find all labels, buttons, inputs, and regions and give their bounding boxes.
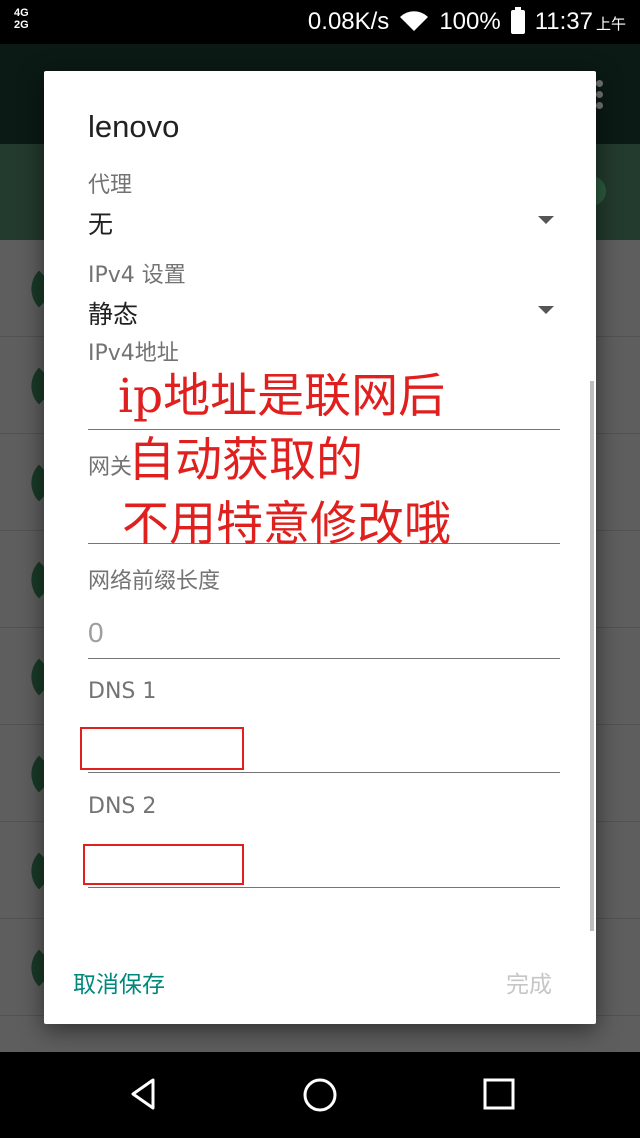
ipv4-settings-select[interactable]: 静态 [88,295,138,331]
wifi-config-dialog: lenovo 代理 无 IPv4 设置 静态 IPv4地址 网关 网络前缀长度 … [44,71,596,1024]
clock: 11:37 上午 [534,8,626,35]
chevron-down-icon[interactable] [538,306,554,314]
dns2-label: DNS 2 [88,794,157,819]
cancel-save-button[interactable]: 取消保存 [73,965,165,999]
status-bar: 4G 2G 0.08K/s 100% 11:37 上午 [0,0,640,44]
done-button[interactable]: 完成 [506,965,552,999]
ipv4-address-label: IPv4地址 [88,341,179,366]
ipv4-address-underline [88,429,560,430]
recents-icon[interactable] [481,1076,517,1116]
network-speed: 0.08K/s [307,8,390,35]
home-icon[interactable] [301,1076,339,1118]
battery-percent: 100% [439,8,501,35]
dns2-underline [88,887,560,888]
prefix-length-input[interactable]: 0 [88,617,104,649]
prefix-length-underline [88,658,560,659]
battery-icon [510,7,525,34]
wifi-icon [399,11,429,33]
dns1-underline [88,772,560,773]
scrollbar[interactable] [590,381,594,931]
dns1-highlight-box [80,727,244,770]
overflow-menu-icon [596,80,604,113]
annotation-line: 不用特意修改哦 [122,497,451,552]
gateway-label: 网关 [88,455,133,480]
dns1-label: DNS 1 [88,679,157,704]
annotation-line: ip地址是联网后 [118,369,446,424]
chevron-down-icon[interactable] [538,216,554,224]
signal-icon: 4G 2G [14,7,29,31]
navigation-bar [0,1052,640,1138]
dialog-title: lenovo [88,109,180,144]
dns2-highlight-box [83,844,244,885]
prefix-length-label: 网络前缀长度 [88,569,221,594]
annotation-line: 自动获取的 [128,433,363,488]
back-icon[interactable] [125,1076,161,1116]
ipv4-settings-label: IPv4 设置 [88,263,186,288]
proxy-select[interactable]: 无 [88,205,113,241]
proxy-label: 代理 [88,173,133,198]
